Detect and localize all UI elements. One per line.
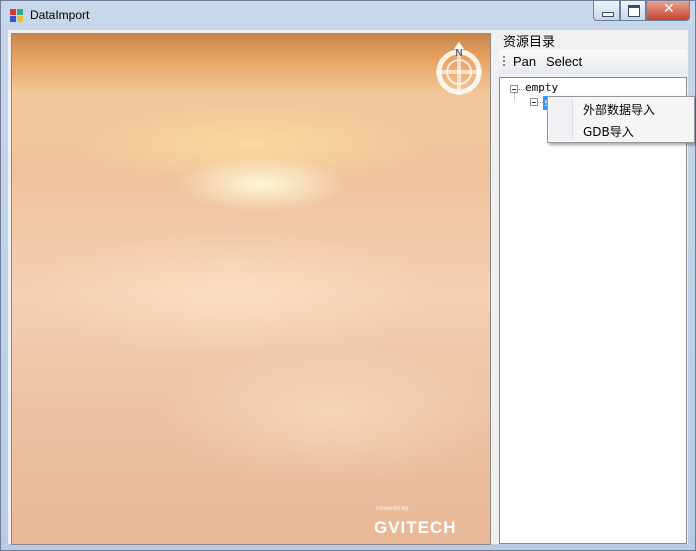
menu-item-gdb-import[interactable]: GDB导入: [583, 123, 634, 140]
close-icon: ✕: [663, 1, 675, 17]
minimize-button[interactable]: [593, 1, 620, 21]
minimize-icon: [602, 12, 614, 17]
select-button[interactable]: Select: [546, 54, 582, 69]
map-view[interactable]: N Powered By GVITECH: [11, 33, 491, 545]
compass-north-label: N: [455, 48, 462, 59]
panel-title: 资源目录: [503, 35, 556, 50]
logo-text: GVITECH: [374, 518, 457, 537]
menu-item-external-import[interactable]: 外部数据导入: [583, 101, 655, 118]
context-menu: 外部数据导入 GDB导入: [547, 96, 695, 143]
compass-icon[interactable]: N: [432, 39, 486, 97]
window-title: DataImport: [30, 8, 90, 22]
gvitech-logo: Powered By GVITECH: [372, 504, 490, 544]
maximize-icon: [628, 5, 640, 17]
resource-tree[interactable]: empty s: [499, 77, 687, 544]
collapse-child-icon[interactable]: [530, 98, 538, 106]
logo-powered-text: Powered By: [376, 506, 409, 512]
app-icon: [10, 9, 24, 23]
maximize-button[interactable]: [620, 1, 646, 21]
title-bar[interactable]: DataImport ✕: [1, 1, 695, 31]
tree-node-root[interactable]: empty: [525, 81, 558, 94]
toolbar-grip-icon[interactable]: [503, 56, 505, 68]
pan-button[interactable]: Pan: [513, 54, 536, 69]
toolbar: Pan Select: [499, 50, 687, 74]
close-button[interactable]: ✕: [646, 1, 690, 21]
collapse-root-icon[interactable]: [510, 85, 518, 93]
